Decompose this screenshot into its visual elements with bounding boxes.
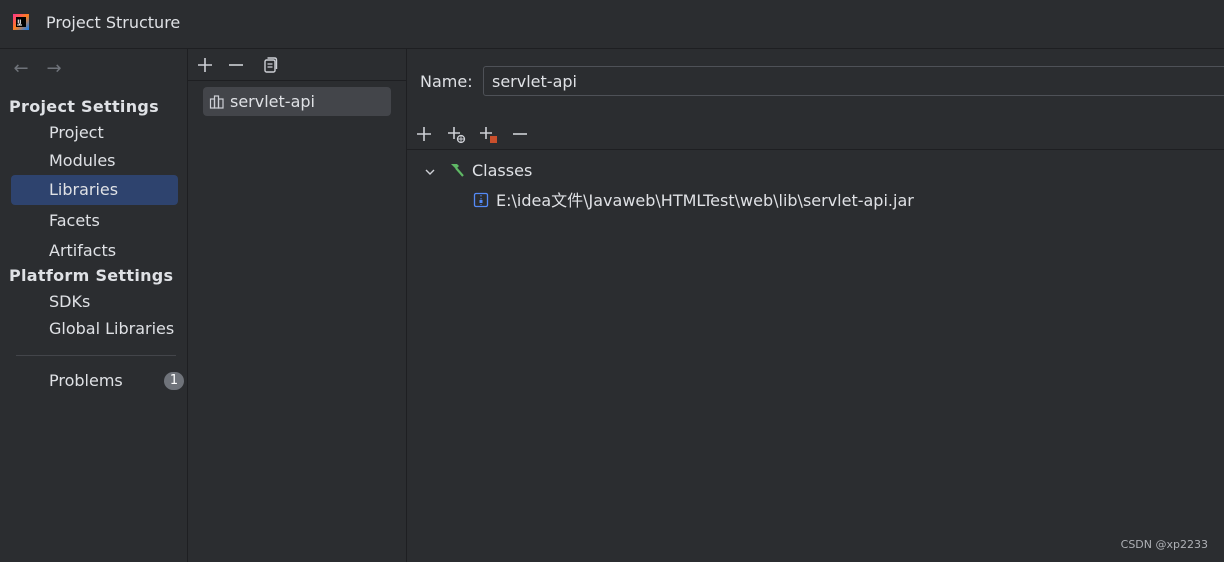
add-icon[interactable] bbox=[413, 123, 435, 145]
library-name-label: servlet-api bbox=[230, 92, 315, 111]
nav-item-global-libraries[interactable]: Global Libraries bbox=[11, 314, 178, 344]
classes-label: Classes bbox=[472, 161, 533, 180]
library-icon bbox=[209, 95, 224, 109]
intellij-logo-icon: IJ bbox=[13, 14, 29, 30]
window-title: Project Structure bbox=[46, 13, 181, 32]
classes-toolbar bbox=[407, 121, 1224, 150]
hammer-icon bbox=[451, 164, 464, 177]
platform-settings-header: Platform Settings bbox=[9, 266, 174, 285]
library-name-field[interactable] bbox=[483, 66, 1224, 96]
title-bar: IJ Project Structure bbox=[0, 0, 1224, 49]
remove-icon[interactable] bbox=[509, 123, 531, 145]
arrow-left-icon[interactable]: ← bbox=[11, 59, 31, 79]
add-icon[interactable] bbox=[194, 54, 216, 76]
chevron-down-icon[interactable] bbox=[423, 165, 437, 179]
watermark: CSDN @xp2233 bbox=[1120, 538, 1208, 551]
libraries-toolbar bbox=[188, 49, 406, 81]
nav-item-facets[interactable]: Facets bbox=[11, 206, 178, 236]
jar-path-label: E:\idea文件\Javaweb\HTMLTest\web\lib\servl… bbox=[496, 191, 914, 210]
nav-item-artifacts[interactable]: Artifacts bbox=[11, 236, 178, 266]
jar-archive-icon bbox=[473, 192, 489, 208]
tree-node-jar[interactable]: E:\idea文件\Javaweb\HTMLTest\web\lib\servl… bbox=[473, 188, 1213, 214]
nav-item-project[interactable]: Project bbox=[11, 118, 178, 148]
remove-icon[interactable] bbox=[225, 54, 247, 76]
nav-item-libraries[interactable]: Libraries bbox=[11, 175, 178, 205]
copy-icon[interactable] bbox=[259, 54, 281, 76]
problems-count-badge: 1 bbox=[164, 372, 184, 390]
nav-item-problems[interactable]: Problems bbox=[11, 366, 178, 396]
nav-item-modules[interactable]: Modules bbox=[11, 146, 178, 176]
name-label: Name: bbox=[420, 72, 473, 91]
add-jar-icon[interactable] bbox=[477, 123, 499, 145]
settings-navigation: ← → Project Settings Project Modules Lib… bbox=[0, 49, 188, 562]
library-list-item[interactable]: servlet-api bbox=[203, 87, 391, 116]
library-detail-pane: Name: Classes bbox=[407, 49, 1224, 562]
libraries-list-pane: servlet-api bbox=[188, 49, 407, 562]
nav-item-sdks[interactable]: SDKs bbox=[11, 287, 178, 317]
arrow-right-icon[interactable]: → bbox=[44, 59, 64, 79]
add-url-icon[interactable] bbox=[445, 123, 467, 145]
nav-divider bbox=[16, 355, 176, 356]
tree-node-classes[interactable]: Classes bbox=[423, 158, 823, 184]
project-settings-header: Project Settings bbox=[9, 97, 159, 116]
